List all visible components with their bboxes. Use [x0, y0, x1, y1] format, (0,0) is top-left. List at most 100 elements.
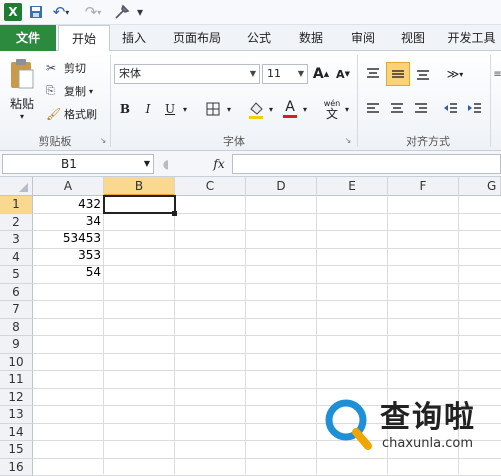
phonetic-dropdown-icon[interactable]: ▾: [342, 99, 352, 119]
row-header-6[interactable]: 6: [0, 284, 33, 302]
quick-access-toolbar: X ↶▾ ↷▾ ▾: [0, 0, 501, 25]
font-launcher-icon[interactable]: ↘: [343, 135, 353, 145]
tab-formulas[interactable]: 公式: [238, 25, 280, 51]
underline-dropdown-icon[interactable]: ▾: [180, 99, 190, 119]
cell-a4[interactable]: 353: [33, 247, 104, 264]
italic-button[interactable]: I: [140, 99, 156, 119]
cell-a5[interactable]: 54: [33, 264, 104, 281]
customize-toolbar-icon[interactable]: ▾: [134, 3, 146, 21]
tools-icon[interactable]: [112, 3, 132, 21]
bold-button[interactable]: B: [117, 99, 133, 119]
redo-icon[interactable]: ↷▾: [80, 3, 106, 21]
cut-button[interactable]: ✂剪切: [46, 59, 106, 77]
row-header-15[interactable]: 15: [0, 441, 33, 459]
shrink-font-button[interactable]: A▼: [334, 64, 352, 84]
phonetic-guide-icon[interactable]: wén文: [320, 96, 344, 122]
align-top-icon[interactable]: [362, 64, 384, 84]
column-gridline: [316, 196, 317, 474]
row-header-5[interactable]: 5: [0, 266, 33, 284]
tab-developer[interactable]: 开发工具: [442, 25, 501, 51]
column-header-a[interactable]: A: [33, 177, 104, 196]
undo-dropdown-icon[interactable]: ▾: [65, 8, 69, 17]
save-icon[interactable]: [27, 3, 45, 21]
underline-button[interactable]: U: [162, 99, 178, 119]
tab-file[interactable]: 文件: [0, 25, 56, 51]
column-header-d[interactable]: D: [246, 177, 317, 196]
row-header-2[interactable]: 2: [0, 214, 33, 232]
font-group-label: 字体: [112, 133, 356, 149]
align-bottom-icon[interactable]: [412, 64, 434, 84]
formula-splitter-icon[interactable]: ◖: [158, 156, 174, 172]
tab-page-layout[interactable]: 页面布局: [166, 25, 228, 51]
row-header-4[interactable]: 4: [0, 249, 33, 267]
row-header-14[interactable]: 14: [0, 424, 33, 442]
wrap-text-icon[interactable]: ≡: [494, 64, 501, 84]
paste-dropdown-icon[interactable]: ▾: [16, 111, 28, 121]
row-header-13[interactable]: 13: [0, 406, 33, 424]
row-header-16[interactable]: 16: [0, 459, 33, 476]
format-painter-button[interactable]: 🖌格式刷: [46, 105, 108, 123]
cut-label: 剪切: [64, 60, 86, 76]
ribbon-home: 粘贴 ▾ ✂剪切 ⎘复制▾ 🖌格式刷 剪贴板 ↘ 宋体▼ 11▼ A▲ A▼ B…: [0, 51, 501, 151]
formula-input[interactable]: [232, 154, 501, 174]
orientation-icon[interactable]: ≫▾: [442, 64, 468, 84]
align-right-icon[interactable]: [410, 99, 432, 119]
borders-dropdown-icon[interactable]: ▾: [224, 99, 234, 119]
fill-color-icon[interactable]: [246, 99, 266, 121]
chevron-down-icon: ▼: [298, 65, 304, 83]
excel-logo-icon: X: [4, 3, 22, 21]
select-all-corner[interactable]: [0, 177, 33, 196]
font-size-select[interactable]: 11 ▼: [262, 64, 308, 84]
column-header-b[interactable]: B: [104, 177, 175, 196]
copy-dropdown-icon[interactable]: ▾: [89, 87, 93, 96]
tab-data[interactable]: 数据: [290, 25, 332, 51]
clipboard-launcher-icon[interactable]: ↘: [98, 135, 108, 145]
align-center-icon[interactable]: [386, 99, 408, 119]
fill-handle[interactable]: [172, 211, 177, 216]
font-color-dropdown-icon[interactable]: ▾: [300, 99, 310, 119]
fill-color-dropdown-icon[interactable]: ▾: [266, 99, 276, 119]
tab-view[interactable]: 视图: [392, 25, 434, 51]
row-header-7[interactable]: 7: [0, 301, 33, 319]
font-name-select[interactable]: 宋体▼: [114, 64, 260, 84]
row-header-1[interactable]: 1: [0, 196, 33, 214]
undo-icon[interactable]: ↶▾: [48, 3, 74, 21]
grow-font-button[interactable]: A▲: [312, 64, 330, 84]
paste-button[interactable]: 粘贴: [4, 95, 40, 111]
copy-button[interactable]: ⎘复制▾: [46, 82, 106, 100]
row-header-3[interactable]: 3: [0, 231, 33, 249]
row-header-9[interactable]: 9: [0, 336, 33, 354]
column-header-g[interactable]: G: [459, 177, 501, 196]
watermark-url: chaxunla.com: [382, 436, 473, 451]
row-header-12[interactable]: 12: [0, 389, 33, 407]
cell-a1[interactable]: 432: [33, 196, 104, 213]
borders-icon[interactable]: [204, 99, 222, 119]
shrink-font-icon: A: [336, 68, 345, 81]
column-header-c[interactable]: C: [175, 177, 246, 196]
row-header-8[interactable]: 8: [0, 319, 33, 337]
chevron-down-icon: ▼: [250, 65, 256, 83]
font-color-swatch: [283, 115, 297, 118]
active-cell-b1[interactable]: [103, 195, 176, 214]
cell-a2[interactable]: 34: [33, 213, 104, 230]
paste-icon[interactable]: [6, 55, 38, 95]
row-header-11[interactable]: 11: [0, 371, 33, 389]
tab-home[interactable]: 开始: [58, 25, 110, 52]
redo-dropdown-icon[interactable]: ▾: [97, 8, 101, 17]
column-header-f[interactable]: F: [388, 177, 459, 196]
font-color-icon[interactable]: A: [281, 96, 299, 120]
column-header-e[interactable]: E: [317, 177, 388, 196]
insert-function-button[interactable]: fx: [208, 155, 230, 173]
name-box[interactable]: B1▼: [2, 154, 154, 174]
phonetic-char: 文: [326, 109, 338, 120]
alignment-group-label: 对齐方式: [358, 133, 498, 149]
align-middle-icon[interactable]: [386, 62, 410, 86]
tab-review[interactable]: 审阅: [342, 25, 384, 51]
row-header-10[interactable]: 10: [0, 354, 33, 372]
cell-a3[interactable]: 53453: [33, 230, 104, 247]
decrease-indent-icon[interactable]: [440, 99, 462, 119]
align-left-icon[interactable]: [362, 99, 384, 119]
font-size-value: 11: [267, 67, 281, 80]
tab-insert[interactable]: 插入: [113, 25, 155, 51]
increase-indent-icon[interactable]: [464, 99, 486, 119]
